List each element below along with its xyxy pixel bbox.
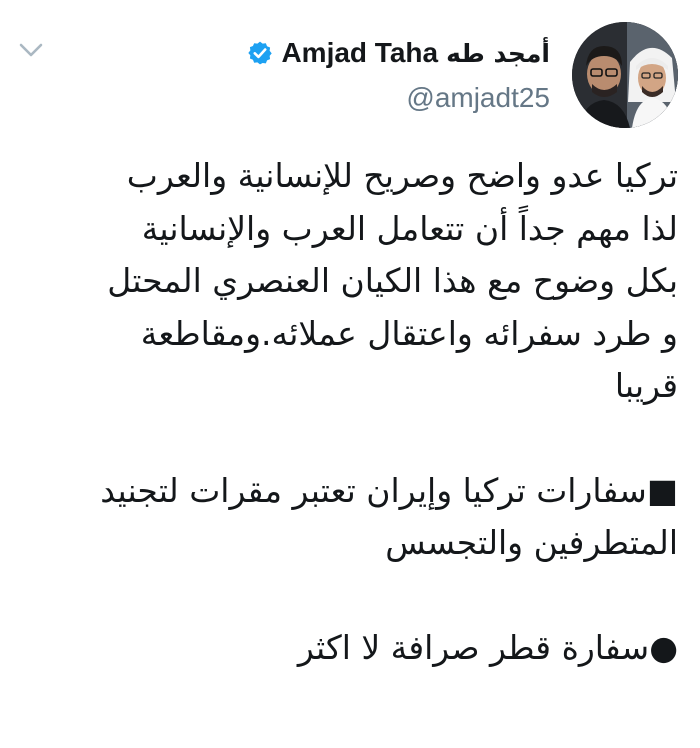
- tweet-text: تركيا عدو واضح وصريح للإنسانية والعرب لذ…: [20, 150, 678, 674]
- user-handle[interactable]: @amjadt25: [406, 82, 550, 114]
- display-name-latin[interactable]: Amjad Taha: [281, 37, 438, 69]
- avatar-photo: [572, 22, 678, 128]
- tweet-line: بكل وضوح مع هذا الكيان العنصري المحتل: [107, 261, 678, 300]
- display-name-arabic[interactable]: أمجد طه: [446, 39, 550, 68]
- tweet-line: ■سفارات تركيا وإيران تعتبر مقرات لتجنيد: [100, 470, 678, 510]
- tweet-line: قريبا: [614, 366, 678, 405]
- tweet-line: لذا مهم جداً أن تتعامل العرب والإنسانية: [141, 208, 678, 248]
- display-name-row[interactable]: أمجد طه Amjad Taha: [247, 30, 550, 76]
- verified-badge-icon: [248, 41, 273, 65]
- chevron-down-icon[interactable]: [18, 40, 44, 60]
- avatar[interactable]: [572, 22, 678, 128]
- tweet-line: المتطرفين والتجسس: [385, 523, 678, 562]
- tweet-line: و طرد سفرائه واعتقال عملائه.ومقاطعة: [140, 313, 678, 353]
- tweet-line: ●سفارة قطر صرافة لا اكثر: [297, 627, 678, 667]
- tweet-line: تركيا عدو واضح وصريح للإنسانية والعرب: [126, 156, 678, 195]
